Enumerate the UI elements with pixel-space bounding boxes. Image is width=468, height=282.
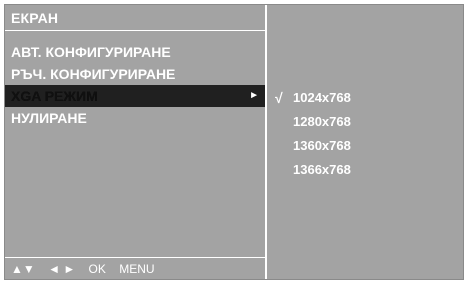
submenu-arrow-icon: ► [249, 90, 259, 101]
menu-key-hint: MENU [119, 262, 155, 276]
menu-item-manual-config[interactable]: РЪЧ. КОНФИГУРИРАНЕ [5, 63, 265, 85]
option-label: 1280x768 [293, 114, 351, 129]
menu-item-auto-config[interactable]: АВТ. КОНФИГУРИРАНЕ [5, 41, 265, 63]
menu-item-label: НУЛИРАНЕ [11, 110, 87, 126]
menu-item-label: АВТ. КОНФИГУРИРАНЕ [11, 44, 171, 60]
osd-window: ЕКРАН АВТ. КОНФИГУРИРАНЕ РЪЧ. КОНФИГУРИР… [4, 4, 464, 280]
menu-item-reset[interactable]: НУЛИРАНЕ [5, 107, 265, 129]
menu-panel: ЕКРАН АВТ. КОНФИГУРИРАНЕ РЪЧ. КОНФИГУРИР… [5, 5, 267, 279]
key-hint-bar: ▲▼ ◄ ► OK MENU [5, 257, 265, 279]
option-label: 1366x768 [293, 162, 351, 177]
option-label: 1360x768 [293, 138, 351, 153]
ok-key-hint: OK [88, 262, 106, 276]
updown-arrows-icon: ▲▼ [11, 262, 35, 276]
checkmark-icon: √ [275, 90, 283, 106]
menu-item-label: XGA РЕЖИМ [11, 88, 98, 104]
menu-item-xga-mode[interactable]: XGA РЕЖИМ ► [5, 85, 265, 107]
menu-list: АВТ. КОНФИГУРИРАНЕ РЪЧ. КОНФИГУРИРАНЕ XG… [5, 41, 265, 129]
option-label: 1024x768 [293, 90, 351, 105]
submenu-panel: √ 1024x768 1280x768 1360x768 1366x768 [269, 5, 463, 279]
leftright-arrows-icon: ◄ ► [48, 262, 76, 276]
menu-title: ЕКРАН [5, 5, 265, 31]
menu-item-label: РЪЧ. КОНФИГУРИРАНЕ [11, 66, 176, 82]
